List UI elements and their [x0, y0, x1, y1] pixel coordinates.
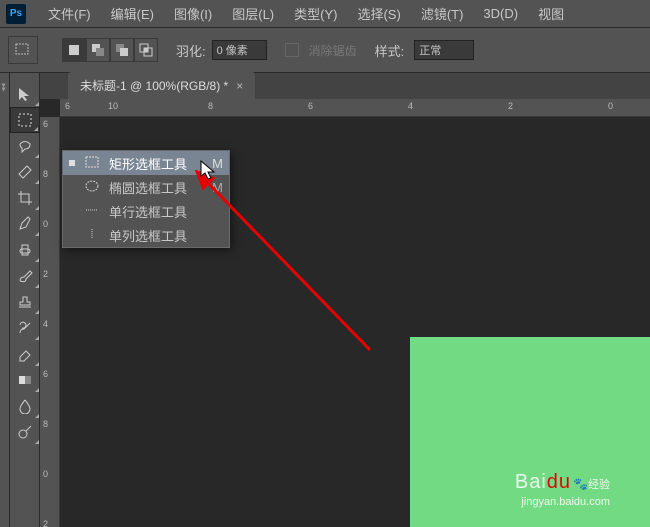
marquee-preset-icon	[15, 43, 31, 57]
ruler-v-label: 0	[43, 469, 48, 479]
gradient-tool[interactable]	[10, 367, 40, 393]
bullet-icon	[69, 160, 75, 166]
style-select[interactable]: 正常	[414, 40, 474, 60]
document-tab[interactable]: 未标题-1 @ 100%(RGB/8) * ×	[68, 72, 255, 99]
flyout-label: 单行选框工具	[109, 202, 187, 221]
ruler-vertical[interactable]: 6 8 0 2 4 6 8 0 2	[40, 117, 60, 527]
col-marquee-icon	[83, 228, 101, 243]
rect-icon	[67, 43, 81, 57]
brush-tool[interactable]	[10, 263, 40, 289]
intersect-icon	[139, 43, 153, 57]
eraser-tool[interactable]	[10, 341, 40, 367]
toolbox	[10, 73, 40, 527]
menu-view[interactable]: 视图	[528, 0, 574, 27]
ps-logo-icon: Ps	[6, 4, 26, 24]
menu-file[interactable]: 文件(F)	[38, 0, 101, 27]
blur-tool[interactable]	[10, 393, 40, 419]
ruler-h-label: 6	[65, 101, 70, 111]
dodge-tool[interactable]	[10, 419, 40, 445]
rect-marquee-icon	[83, 156, 101, 171]
marquee-tool[interactable]	[10, 107, 40, 133]
content-area: ▸▸ 未标题-1 @ 100%(RGB/8) * × 6 10 8 6 4 2	[0, 73, 650, 527]
crop-tool[interactable]	[10, 185, 40, 211]
selection-new-button[interactable]	[62, 38, 86, 62]
antialias-label: 消除锯齿	[309, 42, 357, 59]
menu-select[interactable]: 选择(S)	[347, 0, 410, 27]
watermark: Baidu🐾经验 jingyan.baidu.com	[515, 469, 610, 509]
flyout-label: 单列选框工具	[109, 226, 187, 245]
ruler-v-label: 0	[43, 219, 48, 229]
selection-intersect-button[interactable]	[134, 38, 158, 62]
flyout-label: 椭圆选框工具	[109, 178, 187, 197]
menu-image[interactable]: 图像(I)	[164, 0, 222, 27]
menu-type[interactable]: 类型(Y)	[284, 0, 347, 27]
flyout-label: 矩形选框工具	[109, 154, 187, 173]
move-tool[interactable]	[10, 81, 40, 107]
ruler-v-label: 4	[43, 319, 48, 329]
ruler-v-label: 6	[43, 369, 48, 379]
ruler-horizontal[interactable]: 6 10 8 6 4 2 0	[60, 99, 650, 117]
ruler-v-label: 2	[43, 269, 48, 279]
ruler-h-label: 8	[208, 101, 213, 111]
antialias-checkbox	[285, 43, 299, 57]
healing-brush-tool[interactable]	[10, 237, 40, 263]
toolbox-collapse-gutter[interactable]: ▸▸	[0, 73, 10, 527]
row-marquee-icon	[83, 204, 101, 219]
sub-icon	[115, 43, 129, 57]
menubar: Ps 文件(F) 编辑(E) 图像(I) 图层(L) 类型(Y) 选择(S) 滤…	[0, 0, 650, 28]
ellipse-marquee-icon	[83, 180, 101, 195]
document-area: 未标题-1 @ 100%(RGB/8) * × 6 10 8 6 4 2 0 6…	[40, 73, 650, 527]
ruler-h-label: 6	[308, 101, 313, 111]
tab-close-icon[interactable]: ×	[236, 79, 243, 93]
feather-input[interactable]	[212, 40, 267, 60]
add-icon	[91, 43, 105, 57]
lasso-tool[interactable]	[10, 133, 40, 159]
menu-layer[interactable]: 图层(L)	[222, 0, 284, 27]
menu-edit[interactable]: 编辑(E)	[101, 0, 164, 27]
flyout-single-row-marquee[interactable]: 单行选框工具	[63, 199, 229, 223]
tabs-bar: 未标题-1 @ 100%(RGB/8) * ×	[40, 73, 650, 99]
ruler-h-label: 0	[608, 101, 613, 111]
tab-title: 未标题-1 @ 100%(RGB/8) *	[80, 77, 228, 94]
cursor-icon	[200, 160, 218, 182]
ruler-h-label: 10	[108, 101, 118, 111]
tool-preset-dropdown[interactable]	[8, 36, 38, 64]
history-brush-tool[interactable]	[10, 315, 40, 341]
eyedropper-tool[interactable]	[10, 211, 40, 237]
ruler-h-label: 2	[508, 101, 513, 111]
selection-add-button[interactable]	[86, 38, 110, 62]
menu-3d[interactable]: 3D(D)	[473, 2, 528, 25]
selection-subtract-button[interactable]	[110, 38, 134, 62]
menu-filter[interactable]: 滤镜(T)	[411, 0, 474, 27]
ruler-h-label: 4	[408, 101, 413, 111]
magic-wand-tool[interactable]	[10, 159, 40, 185]
flyout-single-column-marquee[interactable]: 单列选框工具	[63, 223, 229, 247]
stamp-tool[interactable]	[10, 289, 40, 315]
ruler-v-label: 8	[43, 169, 48, 179]
feather-label: 羽化:	[176, 41, 206, 60]
style-label: 样式:	[375, 41, 405, 60]
ruler-v-label: 2	[43, 519, 48, 527]
options-bar: 羽化: 消除锯齿 样式: 正常	[0, 28, 650, 73]
ruler-v-label: 6	[43, 119, 48, 129]
ruler-v-label: 8	[43, 419, 48, 429]
selection-mode-group	[62, 38, 158, 62]
